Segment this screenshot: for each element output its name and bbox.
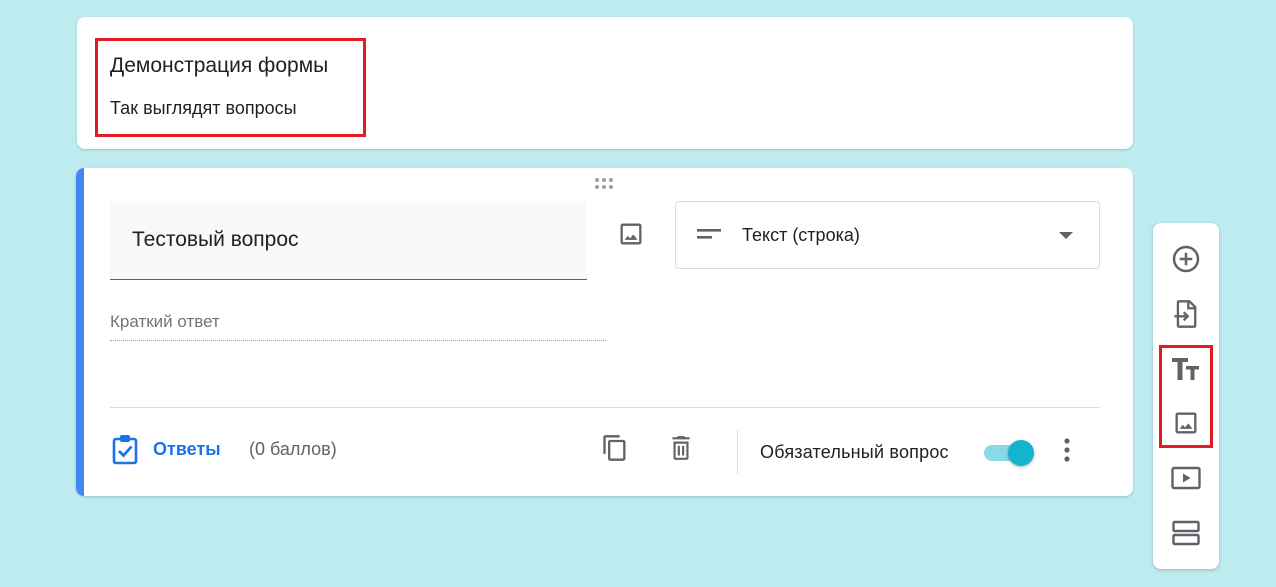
add-circle-icon [1172,245,1200,273]
import-questions-button[interactable] [1168,296,1204,332]
active-card-indicator [76,168,84,496]
answer-key-button[interactable]: Ответы [110,432,221,466]
video-icon [1171,466,1201,490]
answer-key-label: Ответы [153,438,221,459]
short-answer-placeholder: Краткий ответ [110,312,220,331]
form-description[interactable]: Так выглядят вопросы [110,98,297,119]
annotation-highlight-box [1159,345,1213,448]
question-type-label: Текст (строка) [742,225,860,245]
toggle-thumb [1008,440,1034,466]
question-title-text: Тестовый вопрос [132,228,299,251]
dropdown-arrow-icon [1059,232,1073,239]
card-footer-divider [110,407,1100,408]
question-type-dropdown[interactable]: Текст (строка) [675,201,1100,269]
import-file-icon [1174,300,1197,328]
annotation-highlight-box [95,38,366,137]
points-label: (0 баллов) [249,439,337,459]
delete-button[interactable] [663,430,699,466]
floating-toolbar [1153,223,1219,569]
short-text-icon [697,229,721,239]
footer-vertical-divider [737,430,738,474]
form-title[interactable]: Демонстрация формы [110,54,328,78]
form-header-card[interactable]: Демонстрация формы Так выглядят вопросы [77,17,1133,149]
required-label: Обязательный вопрос [760,442,949,462]
copy-icon [603,435,626,461]
section-icon [1172,520,1200,546]
trash-icon [672,436,690,460]
image-icon [620,223,642,245]
add-image-button[interactable] [613,216,649,252]
required-toggle[interactable] [984,439,1036,467]
more-vert-icon [1064,438,1070,462]
add-section-button[interactable] [1168,515,1204,551]
add-video-button[interactable] [1168,460,1204,496]
assignment-check-icon [110,433,140,465]
drag-handle-icon[interactable] [594,177,618,191]
short-answer-underline [110,340,606,341]
duplicate-button[interactable] [597,430,633,466]
question-card[interactable]: Тестовый вопрос Текст (строка) Краткий о… [76,168,1133,496]
question-title-input[interactable]: Тестовый вопрос [110,201,587,280]
more-options-button[interactable] [1053,432,1081,468]
add-question-button[interactable] [1168,241,1204,277]
